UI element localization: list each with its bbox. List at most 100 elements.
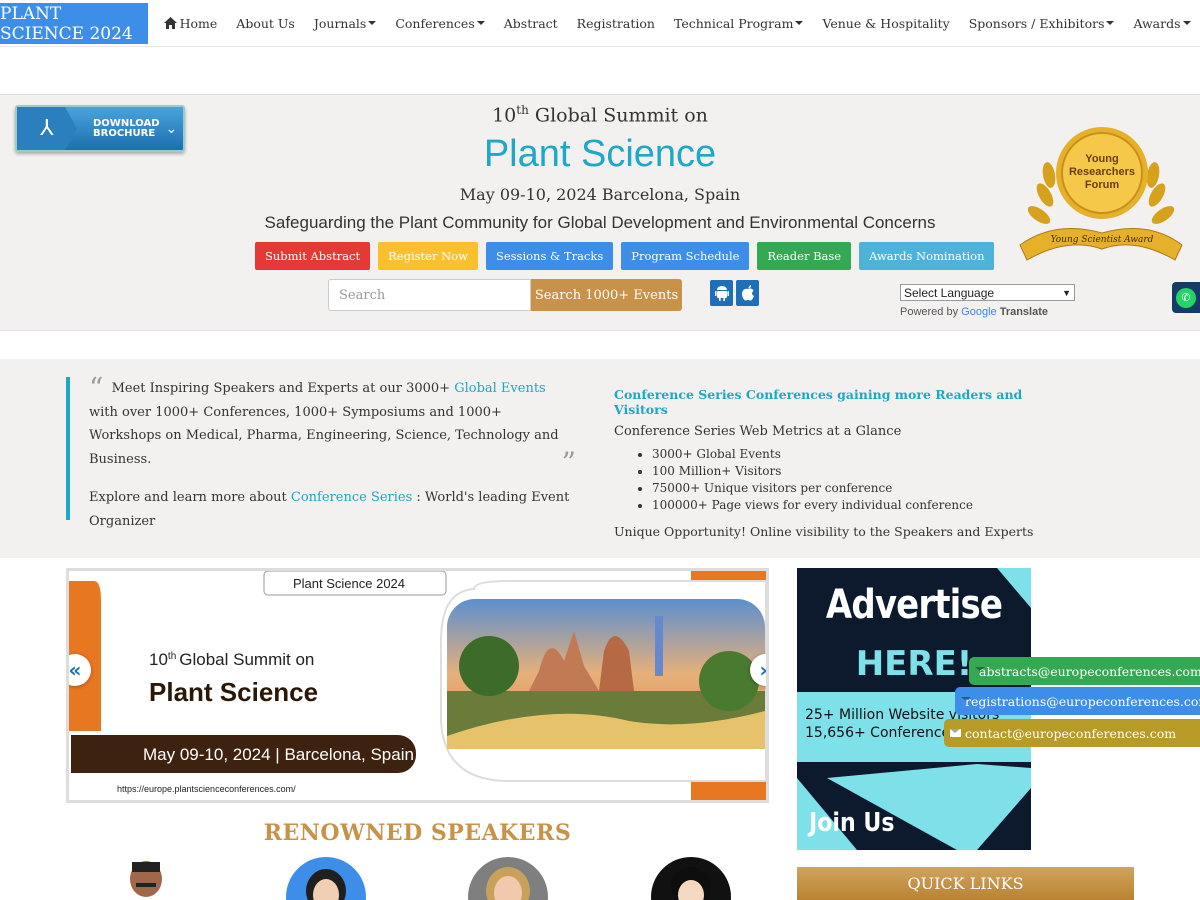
nav-sponsors-label: Sponsors / Exhibitors — [968, 15, 1105, 31]
carousel-title: Plant Science — [149, 677, 318, 707]
global-events-quote: “ Meet Inspiring Speakers and Experts at… — [66, 374, 576, 529]
quote-text-pre: Meet Inspiring Speakers and Experts at o… — [111, 381, 451, 396]
chevron-down-icon — [368, 21, 377, 25]
nav-venue[interactable]: Venue & Hospitality — [813, 16, 959, 31]
summit-ordinal: 10 — [492, 104, 517, 127]
speaker-avatar[interactable] — [106, 857, 186, 900]
award-line2: Researchers — [1069, 166, 1135, 178]
chevron-down-icon — [1106, 21, 1115, 25]
nav-journals-label: Journals — [313, 15, 367, 31]
summit-text: Global Summit on — [534, 104, 708, 127]
contact-email-tab[interactable]: contact@europeconferences.com — [944, 719, 1200, 747]
summit-heading: 10th Global Summit on — [0, 103, 1200, 126]
banner-carousel: Plant Science 2024 10th Global Summit on … — [66, 568, 769, 803]
carousel-ordinal: 10 — [149, 650, 168, 669]
top-navbar: PLANT SCIENCE 2024 Home About Us Journal… — [0, 0, 1200, 47]
search-input[interactable]: Search — [328, 279, 531, 311]
list-item: 3000+ Global Events — [652, 446, 1054, 463]
chevron-down-icon — [1182, 21, 1191, 25]
powered-by-label: Powered by — [900, 306, 959, 318]
list-item: 100 Million+ Visitors — [652, 463, 1054, 480]
main-nav: Home About Us Journals Conferences Abstr… — [148, 0, 1200, 46]
open-quote-icon: “ — [89, 371, 104, 405]
chevron-down-icon — [795, 21, 804, 25]
metrics-title: Conference Series Conferences gaining mo… — [614, 387, 1023, 417]
whatsapp-button[interactable]: ✆ — [1172, 282, 1200, 313]
reader-base-button[interactable]: Reader Base — [757, 242, 852, 270]
event-search: Search Search 1000+ Events — [328, 279, 682, 311]
advertise-title: Advertise — [825, 582, 1003, 628]
speaker-avatar[interactable] — [468, 857, 548, 900]
web-metrics: Conference Series Conferences gaining mo… — [614, 387, 1054, 539]
nav-about-us[interactable]: About Us — [227, 16, 305, 31]
nav-home-label: Home — [179, 15, 218, 31]
carousel-summit-text: Global Summit on — [179, 650, 314, 669]
register-now-button[interactable]: Register Now — [378, 242, 478, 270]
metrics-subtitle: Conference Series Web Metrics at a Glanc… — [614, 424, 902, 439]
brand-logo[interactable]: PLANT SCIENCE 2024 — [0, 3, 149, 44]
renowned-speakers-heading: RENOWNED SPEAKERS — [263, 820, 572, 846]
apple-icon[interactable] — [736, 280, 759, 306]
award-ribbon-text: Young Scientist Award — [1051, 235, 1154, 245]
conference-series-link[interactable]: Conference Series — [291, 490, 412, 505]
nav-awards[interactable]: Awards — [1124, 16, 1200, 31]
sessions-tracks-button[interactable]: Sessions & Tracks — [485, 242, 614, 270]
nav-venue-label: Venue & Hospitality — [822, 15, 950, 31]
list-item: 75000+ Unique visitors per conference — [652, 480, 1054, 497]
quote-text-post: with over 1000+ Conferences, 1000+ Sympo… — [89, 404, 559, 467]
nav-technical-program[interactable]: Technical Program — [664, 16, 812, 31]
info-band: “ Meet Inspiring Speakers and Experts at… — [0, 359, 1200, 558]
submit-abstract-button[interactable]: Submit Abstract — [255, 242, 371, 270]
contact-email: contact@europeconferences.com — [965, 725, 1177, 741]
speaker-avatar[interactable] — [651, 857, 731, 900]
app-links — [710, 280, 759, 306]
search-placeholder: Search — [339, 287, 386, 303]
registrations-email: registrations@europeconferences.com — [965, 693, 1200, 709]
program-schedule-button[interactable]: Program Schedule — [621, 242, 750, 270]
google-logo: Google — [961, 306, 997, 318]
abstracts-email: abstracts@europeconferences.com — [979, 663, 1200, 679]
hero-buttons: Submit Abstract Register Now Sessions & … — [255, 242, 995, 270]
language-select-value: Select Language — [904, 285, 995, 300]
translate-link[interactable]: Translate — [1000, 306, 1048, 318]
google-translate-credit: Powered by Google Translate — [900, 306, 1048, 318]
nav-journals[interactable]: Journals — [304, 16, 385, 31]
nav-conferences-label: Conferences — [395, 15, 475, 31]
home-icon — [163, 17, 177, 29]
carousel-url: https://europe.plantscienceconferences.c… — [117, 784, 296, 794]
nav-sponsors[interactable]: Sponsors / Exhibitors — [959, 16, 1124, 31]
global-events-link[interactable]: Global Events — [454, 381, 546, 396]
chevron-down-icon: ▼ — [1062, 287, 1071, 298]
whatsapp-icon: ✆ — [1176, 287, 1196, 308]
carousel-dateline: May 09-10, 2024 | Barcelona, Spain — [143, 745, 414, 764]
nav-abstract[interactable]: Abstract — [494, 16, 567, 31]
search-button[interactable]: Search 1000+ Events — [531, 279, 682, 311]
carousel-tag: Plant Science 2024 — [293, 576, 405, 591]
summit-suffix: th — [516, 103, 529, 117]
young-scientist-award-badge: Young Researchers Forum Young Scientist … — [1019, 127, 1183, 261]
metrics-opportunity: Unique Opportunity! Online visibility to… — [614, 524, 1034, 539]
nav-abstract-label: Abstract — [503, 15, 558, 31]
nav-registration-label: Registration — [576, 15, 655, 31]
close-quote-icon: ” — [561, 445, 576, 479]
nav-technical-label: Technical Program — [673, 15, 794, 31]
hero-banner: ⅄ DOWNLOAD BROCHURE ⌄ 10th Global Summit… — [0, 94, 1200, 331]
explore-text-pre: Explore and learn more about — [89, 490, 287, 505]
award-line1: Young — [1085, 153, 1118, 165]
speaker-avatar[interactable] — [286, 857, 366, 900]
nav-conferences[interactable]: Conferences — [386, 16, 494, 31]
abstracts-email-tab[interactable]: abstracts@europeconferences.com — [969, 657, 1200, 685]
carousel-suffix: th — [168, 651, 176, 662]
envelope-icon — [950, 729, 961, 737]
metrics-list: 3000+ Global Events 100 Million+ Visitor… — [652, 446, 1054, 514]
nav-awards-label: Awards — [1133, 15, 1181, 31]
quick-links-header[interactable]: QUICK LINKS — [797, 867, 1134, 900]
nav-about-label: About Us — [236, 15, 295, 31]
language-select[interactable]: Select Language ▼ — [900, 284, 1075, 301]
android-icon[interactable] — [710, 280, 733, 306]
awards-nomination-button[interactable]: Awards Nomination — [859, 242, 995, 270]
nav-registration[interactable]: Registration — [567, 16, 664, 31]
advertise-join: Join Us — [809, 808, 895, 838]
registrations-email-tab[interactable]: registrations@europeconferences.com — [955, 687, 1200, 715]
nav-home[interactable]: Home — [154, 16, 227, 31]
